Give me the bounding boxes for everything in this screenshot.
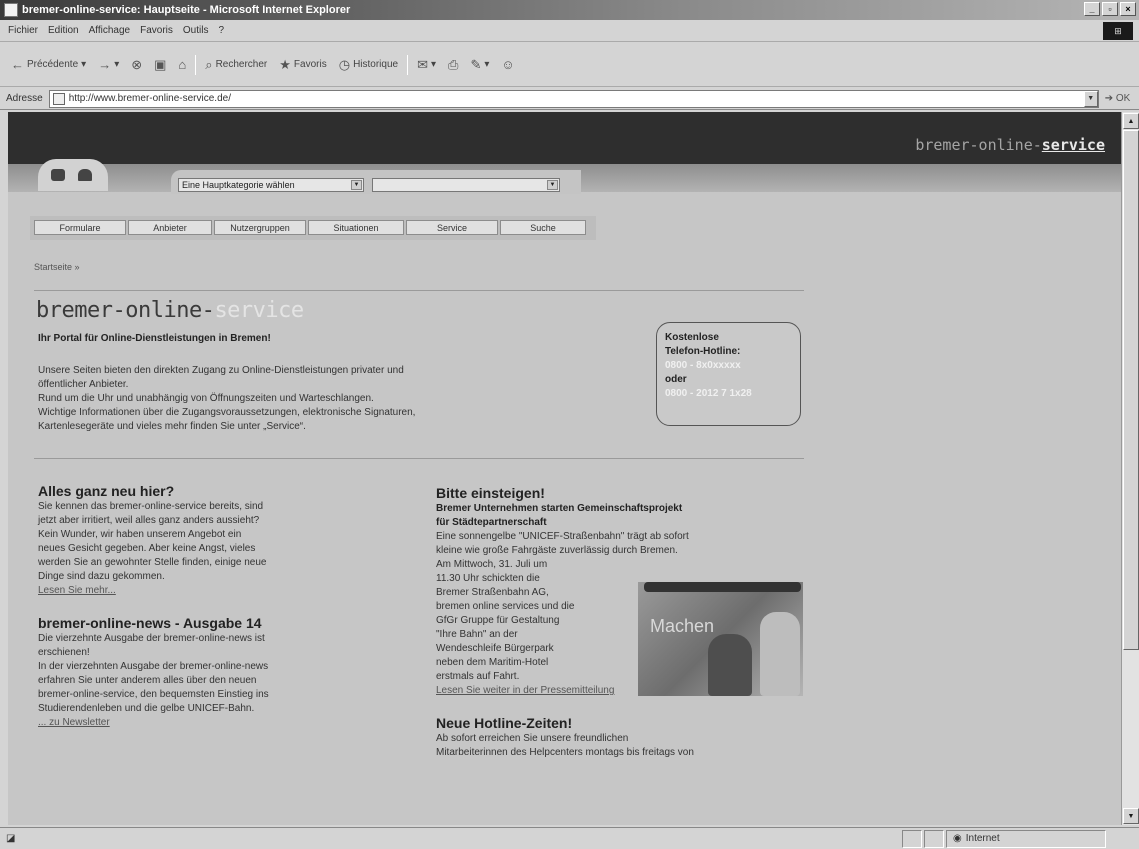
mail-icon[interactable] — [51, 169, 65, 181]
tab-service[interactable]: Service — [406, 220, 498, 235]
tab-situationen[interactable]: Situationen — [308, 220, 404, 235]
windows-logo-icon: ⊞ — [1103, 22, 1133, 40]
breadcrumb[interactable]: Startseite » — [34, 262, 80, 272]
photo-text: Machen — [650, 616, 715, 636]
search-icon: ⌕ — [205, 56, 213, 72]
page-viewport: bremer-online-service Eine Hauptkategori… — [8, 112, 1121, 825]
mail-icon: ✉ — [417, 56, 428, 72]
news-heading: Bitte einsteigen! — [436, 485, 545, 501]
child-figure — [760, 612, 800, 696]
window-titlebar: bremer-online-service: Hauptseite - Micr… — [0, 0, 1139, 20]
toolbar-separator — [195, 54, 197, 75]
subcategory-select[interactable]: ▼ — [372, 178, 560, 192]
vertical-scrollbar[interactable]: ▲ ▼ — [1121, 112, 1139, 825]
divider — [34, 290, 804, 291]
tram-roof — [644, 582, 801, 592]
site-logo[interactable]: bremer-online-service — [915, 136, 1105, 154]
divider — [34, 458, 804, 459]
news-heading: Neue Hotline-Zeiten! — [436, 715, 573, 731]
refresh-button[interactable]: ▣ — [151, 55, 169, 75]
search-button[interactable]: ⌕ Rechercher — [202, 55, 270, 75]
status-bar: ◪ ◉ Internet — [0, 827, 1139, 849]
stop-button[interactable]: ⊗ — [128, 55, 145, 75]
status-cell — [924, 829, 944, 848]
print-icon: ⎙ — [448, 56, 459, 72]
security-zone: ◉ Internet — [946, 829, 1106, 848]
menu-view[interactable]: Affichage — [89, 25, 131, 36]
back-button[interactable]: ← Précédente ▾ — [8, 55, 89, 74]
menu-help[interactable]: ? — [218, 25, 224, 36]
minimize-button[interactable]: _ — [1084, 2, 1100, 16]
site-header: bremer-online-service — [8, 112, 1121, 164]
stop-icon: ⊗ — [131, 56, 143, 72]
unicef-tram-photo: Machen — [638, 582, 803, 696]
chevron-down-icon: ▼ — [547, 180, 558, 190]
hotline-number: 0800 - 8x0xxxxx — [665, 360, 741, 371]
page-status-icon: ◪ — [6, 833, 16, 844]
tab-suche[interactable]: Suche — [500, 220, 586, 235]
window-title: bremer-online-service: Hauptseite - Micr… — [22, 4, 351, 16]
mail-button[interactable]: ✉ ▾ — [414, 55, 439, 75]
toolbar-separator — [407, 54, 409, 75]
refresh-icon: ▣ — [154, 56, 167, 72]
maximize-button[interactable]: ▫ — [1102, 2, 1118, 16]
home-icon[interactable] — [78, 169, 92, 181]
edit-button[interactable]: ✎ ▾ — [467, 55, 492, 75]
edit-icon: ✎ — [470, 56, 482, 72]
favorites-icon: ★ — [279, 56, 291, 72]
menu-file[interactable]: Fichier — [8, 25, 38, 36]
history-button[interactable]: ◷ Historique — [336, 55, 401, 75]
forward-button[interactable]: → ▾ — [95, 55, 122, 74]
standard-toolbar: ← Précédente ▾ → ▾ ⊗ ▣ ⌂ ⌕ Rechercher ★ Fav… — [0, 43, 1139, 87]
status-text: ◪ — [0, 833, 900, 844]
address-bar: Adresse http://www.bremer-online-service… — [0, 88, 1139, 110]
chevron-down-icon: ▼ — [351, 180, 362, 190]
newsletter-link[interactable]: ... zu Newsletter — [38, 716, 378, 730]
hotline-box: Kostenlose Telefon-Hotline: 0800 - 8x0xx… — [656, 322, 801, 426]
page-tagline: Ihr Portal für Online-Dienstleistungen i… — [38, 333, 271, 344]
address-input[interactable]: http://www.bremer-online-service.de/ ▼ — [48, 89, 1099, 108]
news-heading: Alles ganz neu hier? — [38, 483, 175, 499]
category-select[interactable]: Eine Hauptkategorie wählen ▼ — [178, 178, 364, 192]
quick-icons — [38, 159, 108, 191]
page-icon — [52, 92, 65, 105]
favorites-button[interactable]: ★ Favoris — [276, 55, 329, 75]
hotline-number: 0800 - 2012 7 1x28 — [665, 388, 752, 399]
messenger-button[interactable]: ☺ — [498, 55, 517, 74]
address-dropdown-icon[interactable]: ▼ — [1083, 90, 1098, 107]
read-more-link[interactable]: Lesen Sie mehr... — [38, 584, 378, 598]
menu-tools[interactable]: Outils — [183, 25, 209, 36]
page-title: bremer-online-service — [36, 298, 304, 323]
tab-formulare[interactable]: Formulare — [34, 220, 126, 235]
forward-arrow-icon: → — [98, 57, 112, 72]
globe-icon: ◉ — [953, 833, 962, 844]
news-column-left: Alles ganz neu hier? Sie kennen das brem… — [38, 482, 378, 730]
home-icon: ⌂ — [178, 57, 187, 72]
tab-nutzergruppen[interactable]: Nutzergruppen — [214, 220, 306, 235]
scroll-down-icon[interactable]: ▼ — [1123, 808, 1139, 824]
print-button[interactable]: ⎙ — [445, 55, 461, 75]
child-figure — [708, 634, 752, 696]
home-button[interactable]: ⌂ — [175, 55, 189, 74]
scroll-up-icon[interactable]: ▲ — [1123, 113, 1139, 129]
back-arrow-icon: ← — [11, 57, 24, 72]
ie-icon — [4, 3, 18, 17]
status-cell — [902, 829, 922, 848]
menu-bar: Fichier Edition Affichage Favoris Outils… — [0, 20, 1139, 42]
intro-text: Unsere Seiten bieten den direkten Zugang… — [38, 365, 416, 432]
history-icon: ◷ — [338, 56, 351, 72]
scroll-thumb[interactable] — [1123, 130, 1139, 650]
menu-favorites[interactable]: Favoris — [140, 25, 173, 36]
messenger-icon: ☺ — [501, 57, 515, 72]
go-button[interactable]: ➔ OK — [1105, 93, 1131, 104]
tab-anbieter[interactable]: Anbieter — [128, 220, 212, 235]
close-button[interactable]: × — [1120, 2, 1136, 16]
news-heading: bremer-online-news - Ausgabe 14 — [38, 615, 262, 631]
address-url: http://www.bremer-online-service.de/ — [68, 93, 231, 104]
menu-edit[interactable]: Edition — [48, 25, 79, 36]
address-label: Adresse — [6, 93, 43, 104]
